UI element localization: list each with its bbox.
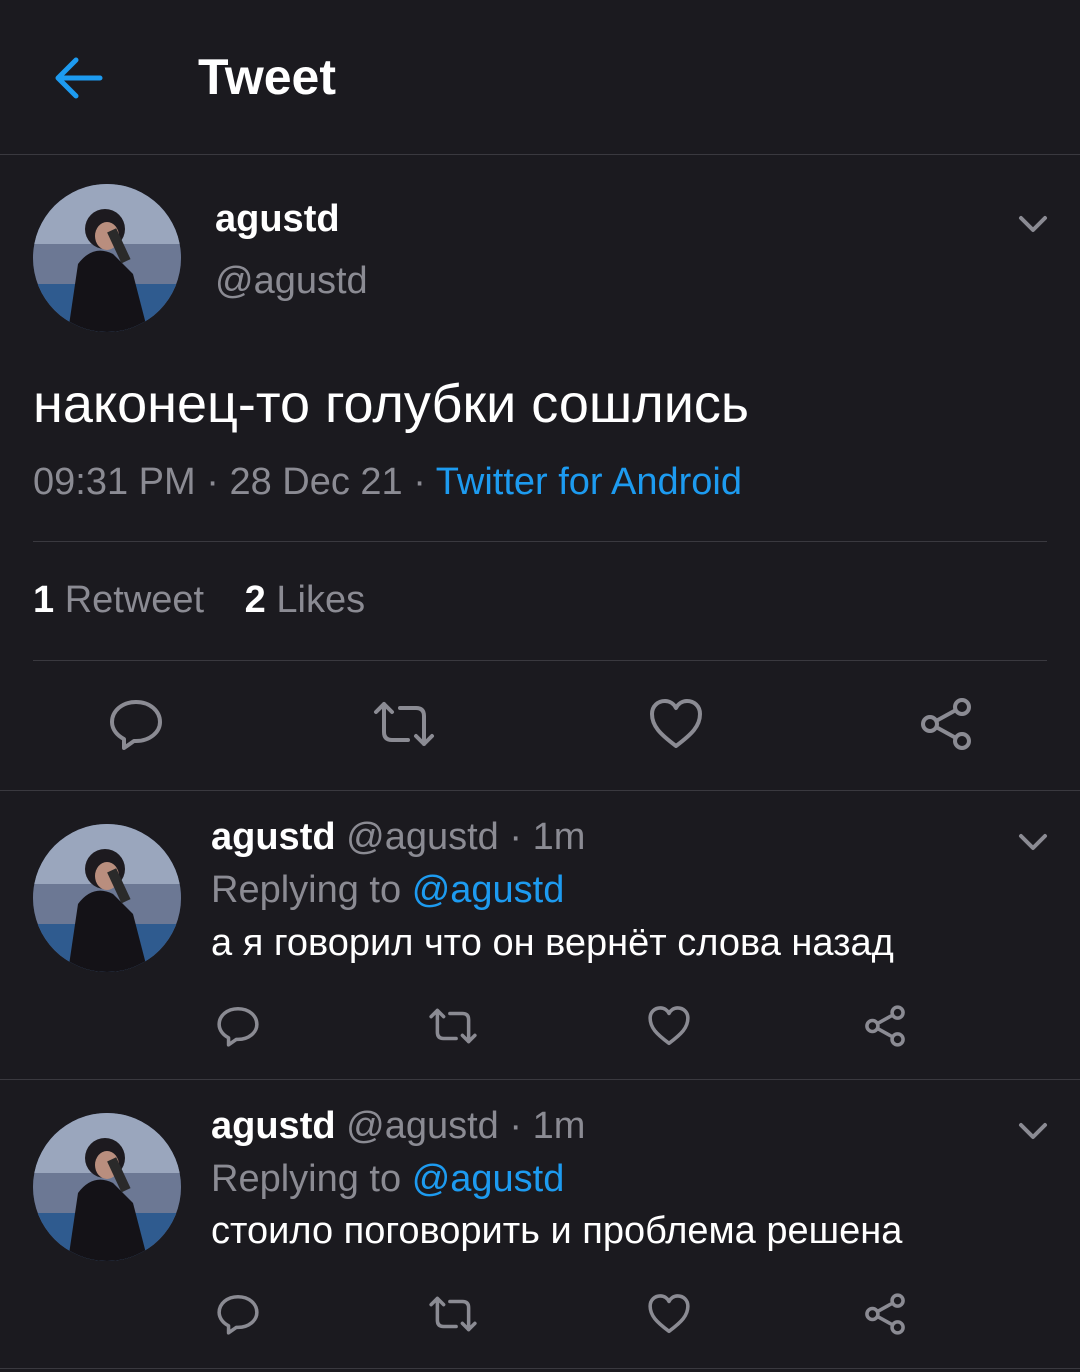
reply-header: agustd @agustd · 1m [211, 814, 585, 860]
retweet-button[interactable] [428, 1292, 478, 1336]
retweets-label: Retweet [64, 579, 205, 621]
app-header: Tweet [0, 0, 1080, 154]
reply-icon [110, 700, 162, 750]
retweet-button[interactable] [372, 696, 436, 752]
retweets-count: 1 [33, 579, 55, 621]
retweet-button[interactable] [428, 1004, 478, 1048]
stats-divider [33, 660, 1047, 661]
reply-author-name[interactable]: agustd [211, 1105, 336, 1147]
share-button[interactable] [918, 696, 974, 752]
like-button[interactable] [648, 696, 704, 752]
reply-button[interactable] [216, 1004, 260, 1048]
section-divider [0, 790, 1080, 791]
share-icon [921, 698, 971, 750]
reply-menu-button[interactable] [1013, 1111, 1053, 1151]
reply-author-handle[interactable]: @agustd [346, 1105, 499, 1147]
likes-label: Likes [276, 579, 366, 621]
reply-time: · 1m [509, 816, 586, 858]
tweet-meta: 09:31 PM · 28 Dec 21 · Twitter for Andro… [33, 458, 742, 506]
share-icon [865, 1293, 905, 1335]
avatar[interactable] [33, 184, 181, 332]
meta-separator: · [413, 461, 426, 503]
replying-to: Replying to @agustd [211, 1156, 564, 1202]
meta-separator: · [206, 461, 219, 503]
replying-to-mention[interactable]: @agustd [412, 1158, 565, 1200]
replying-to-label: Replying to [211, 869, 402, 911]
arrow-left-icon [55, 57, 103, 99]
reply-author-handle[interactable]: @agustd [346, 816, 499, 858]
replying-to: Replying to @agustd [211, 867, 564, 913]
share-button[interactable] [863, 1292, 907, 1336]
back-button[interactable] [50, 50, 106, 106]
heart-icon [650, 699, 702, 748]
reply-button[interactable] [216, 1292, 260, 1336]
reply-button[interactable] [108, 696, 164, 752]
avatar-image [33, 1113, 181, 1261]
avatar-image [33, 184, 181, 332]
page-title: Tweet [198, 49, 336, 105]
reply-time: · 1m [509, 1105, 586, 1147]
heart-icon [648, 1294, 690, 1334]
reply-header: agustd @agustd · 1m [211, 1103, 585, 1149]
tweet-menu-button[interactable] [1013, 204, 1053, 244]
tweet-date: 28 Dec 21 [229, 461, 403, 503]
share-button[interactable] [863, 1004, 907, 1048]
header-divider [0, 154, 1080, 155]
reply-avatar[interactable] [33, 1113, 181, 1261]
reply-divider [0, 1079, 1080, 1080]
reply-author-name[interactable]: agustd [211, 816, 336, 858]
meta-divider [33, 541, 1047, 542]
likes-stat[interactable]: 2 Likes [245, 576, 365, 624]
reply-divider [0, 1368, 1080, 1369]
author-handle[interactable]: @agustd [215, 258, 368, 304]
reply-icon [217, 1294, 259, 1335]
retweets-stat[interactable]: 1 Retweet [33, 576, 204, 624]
retweet-icon [429, 1296, 477, 1332]
like-button[interactable] [647, 1004, 691, 1048]
reply-icon [217, 1006, 259, 1047]
tweet-stats: 1 Retweet 2 Likes [33, 576, 395, 624]
chevron-down-icon [1019, 216, 1047, 232]
replying-to-label: Replying to [211, 1158, 402, 1200]
reply-text: а я говорил что он вернёт слова назад [211, 922, 894, 964]
author-name[interactable]: agustd [215, 196, 340, 242]
reply-avatar[interactable] [33, 824, 181, 972]
chevron-down-icon [1019, 1123, 1047, 1139]
replying-to-mention[interactable]: @agustd [412, 869, 565, 911]
likes-count: 2 [244, 579, 266, 621]
tweet-text: наконец-то голубки сошлись [33, 374, 750, 434]
heart-icon [648, 1006, 690, 1046]
like-button[interactable] [647, 1292, 691, 1336]
reply-menu-button[interactable] [1013, 822, 1053, 862]
tweet-source-link[interactable]: Twitter for Android [436, 461, 742, 503]
avatar-image [33, 824, 181, 972]
chevron-down-icon [1019, 834, 1047, 850]
retweet-icon [374, 702, 434, 746]
tweet-time: 09:31 PM [33, 461, 196, 503]
share-icon [865, 1005, 905, 1047]
reply-text: стоило поговорить и проблема решена [211, 1210, 903, 1252]
retweet-icon [429, 1008, 477, 1044]
